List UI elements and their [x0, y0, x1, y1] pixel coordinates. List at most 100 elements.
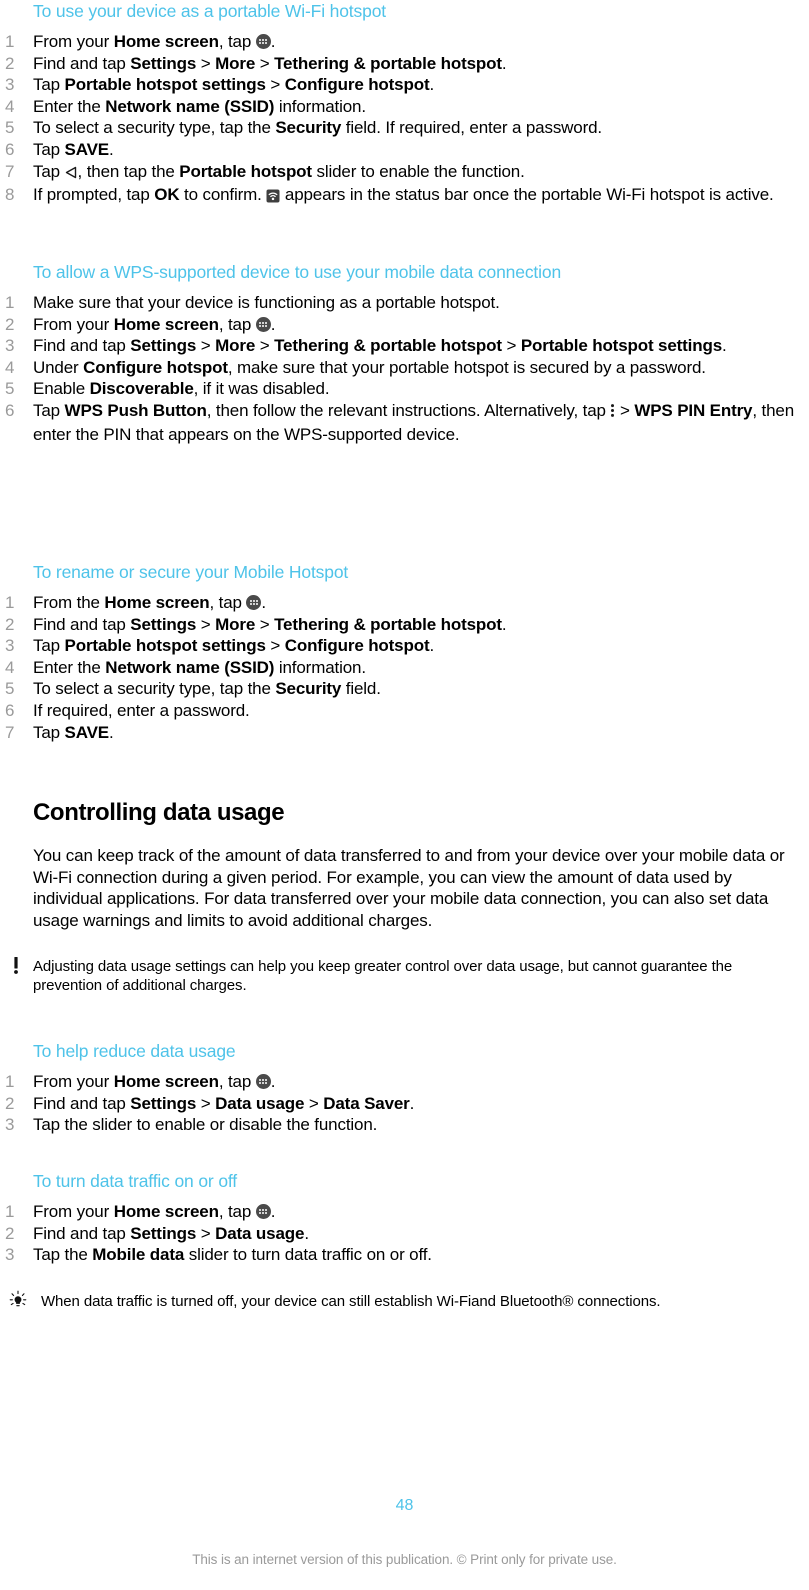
- path-separator: >: [196, 336, 216, 356]
- section-turn-data-traffic-on-off: To turn data traffic on or off From your…: [0, 1170, 809, 1266]
- list-item: Enable Discoverable, if it was disabled.: [0, 378, 809, 400]
- step-text-part: , then follow the relevant instructions.…: [206, 400, 611, 420]
- step-text-part: information.: [274, 96, 366, 116]
- tip-note-text: When data traffic is turned off, your de…: [41, 1293, 661, 1310]
- ui-term: More: [215, 53, 256, 73]
- list-item: Tap the Mobile data slider to turn data …: [0, 1244, 809, 1266]
- ui-term: Home screen: [113, 1072, 219, 1091]
- path-separator: >: [255, 614, 275, 634]
- path-separator: >: [196, 1223, 216, 1243]
- step-text-part: slider to enable the function.: [311, 161, 525, 181]
- ui-term: Home screen: [113, 1202, 219, 1221]
- ui-term: WPS Push Button: [64, 400, 207, 420]
- list-item: Find and tap Settings > More > Tethering…: [0, 53, 809, 75]
- path-separator: >: [196, 53, 216, 73]
- step-text-part: From your: [33, 32, 114, 51]
- ui-term: Home screen: [113, 32, 219, 51]
- page-number: 48: [395, 1497, 414, 1514]
- step-text-part: , tap: [218, 1072, 256, 1091]
- ui-term: OK: [154, 185, 180, 205]
- ui-term: Data Saver: [323, 1093, 410, 1113]
- steps-list: Make sure that your device is functionin…: [0, 292, 809, 445]
- section-help-reduce-data-usage: To help reduce data usage From your Home…: [0, 1040, 809, 1136]
- list-item: From your Home screen, tap .: [0, 31, 809, 53]
- step-text-part: Tap: [33, 636, 65, 656]
- intro-paragraph: You can keep track of the amount of data…: [33, 846, 785, 930]
- procedure-heading: To rename or secure your Mobile Hotspot: [33, 562, 349, 582]
- step-text-part: Enter the: [33, 96, 106, 116]
- list-item: Enter the Network name (SSID) informatio…: [0, 96, 809, 118]
- app-drawer-icon: [246, 595, 262, 610]
- step-text-part: Find and tap: [33, 53, 131, 73]
- step-text-part: , if it was disabled.: [193, 379, 330, 399]
- step-text-part: .: [429, 636, 435, 656]
- step-text-part: .: [304, 1223, 309, 1243]
- path-separator: >: [196, 1093, 216, 1113]
- path-separator: >: [265, 636, 285, 656]
- steps-list: From your Home screen, tap . Find and ta…: [0, 1071, 809, 1136]
- list-item: If required, enter a password.: [5, 700, 250, 721]
- step-text-part: To select a security type, tap the: [33, 118, 276, 138]
- ui-term: Configure hotspot: [284, 636, 430, 656]
- step-text-part: field.: [341, 679, 381, 699]
- tip-note: When data traffic is turned off, your de…: [0, 1290, 780, 1311]
- step-text-part: .: [261, 593, 266, 612]
- list-item: Find and tap Settings > Data usage.: [0, 1223, 809, 1245]
- path-separator: >: [304, 1093, 324, 1113]
- ui-term: Settings: [130, 614, 197, 634]
- list-item: Enter the Network name (SSID) informatio…: [0, 657, 809, 679]
- ui-term: Configure hotspot: [284, 75, 430, 95]
- ui-term: Discoverable: [89, 379, 194, 399]
- step-text-part: Tap: [33, 75, 65, 95]
- step-text-part: To select a security type, tap the: [33, 679, 276, 699]
- step-text-part: .: [270, 32, 276, 51]
- list-item: From your Home screen, tap .: [0, 1201, 809, 1223]
- step-text-part: .: [108, 139, 114, 159]
- step-text-part: Find and tap: [33, 1093, 131, 1113]
- ui-term: Portable hotspot settings: [64, 75, 266, 95]
- step-text-part: , tap: [209, 593, 247, 612]
- ui-term: Settings: [130, 53, 197, 73]
- ui-term: Home screen: [113, 314, 219, 334]
- ui-term: Security: [275, 118, 342, 138]
- path-separator: >: [255, 336, 275, 356]
- step-text-part: Find and tap: [33, 336, 131, 356]
- ui-term: WPS PIN Entry: [634, 400, 753, 420]
- ui-term: Home screen: [104, 593, 210, 612]
- step-text-part: From your: [33, 314, 114, 334]
- list-item: Find and tap Settings > Data usage > Dat…: [0, 1093, 809, 1115]
- ui-term: Settings: [130, 1223, 197, 1243]
- list-item: From your Home screen, tap .: [0, 314, 809, 336]
- section-wps-supported-device: To allow a WPS-supported device to use y…: [0, 261, 809, 445]
- hotspot-status-icon: [266, 187, 280, 209]
- section-portable-wifi-hotspot: To use your device as a portable Wi-Fi h…: [0, 0, 809, 209]
- step-text-part: Tap the: [33, 1245, 93, 1265]
- step-text-part: Tap: [33, 400, 65, 420]
- path-separator: >: [501, 336, 521, 356]
- ui-term: Configure hotspot: [83, 357, 228, 377]
- step-text-part: field. If required, enter a password.: [341, 118, 602, 138]
- ui-term: Portable hotspot settings: [520, 336, 723, 356]
- ui-term: Network name (SSID): [105, 96, 275, 116]
- step-text-part: .: [501, 53, 507, 73]
- path-separator: >: [615, 400, 635, 420]
- steps-list: From the Home screen, tap . Find and tap…: [0, 592, 809, 743]
- page-title: Controlling data usage: [33, 799, 285, 826]
- ui-term: Tethering & portable hotspot: [274, 53, 502, 73]
- procedure-heading: To turn data traffic on or off: [33, 1171, 238, 1191]
- ui-term: Settings: [130, 336, 197, 356]
- step-text-part: .: [270, 314, 276, 334]
- warning-note-text: Adjusting data usage settings can help y…: [33, 958, 733, 995]
- list-item: Under Configure hotspot, make sure that …: [0, 357, 809, 379]
- steps-list: From your Home screen, tap . Find and ta…: [0, 1201, 809, 1266]
- ui-term: Tethering & portable hotspot: [274, 336, 502, 356]
- ui-term: Portable hotspot: [179, 161, 312, 181]
- ui-term: Mobile data: [92, 1245, 185, 1265]
- step-text-part: Tap: [33, 722, 65, 742]
- list-item: Tap SAVE.: [0, 139, 809, 161]
- ui-term: More: [215, 336, 256, 356]
- app-drawer-icon: [255, 1204, 271, 1219]
- ui-term: Portable hotspot settings: [64, 636, 266, 656]
- procedure-heading: To allow a WPS-supported device to use y…: [33, 262, 562, 282]
- exclamation-icon: [2, 956, 30, 976]
